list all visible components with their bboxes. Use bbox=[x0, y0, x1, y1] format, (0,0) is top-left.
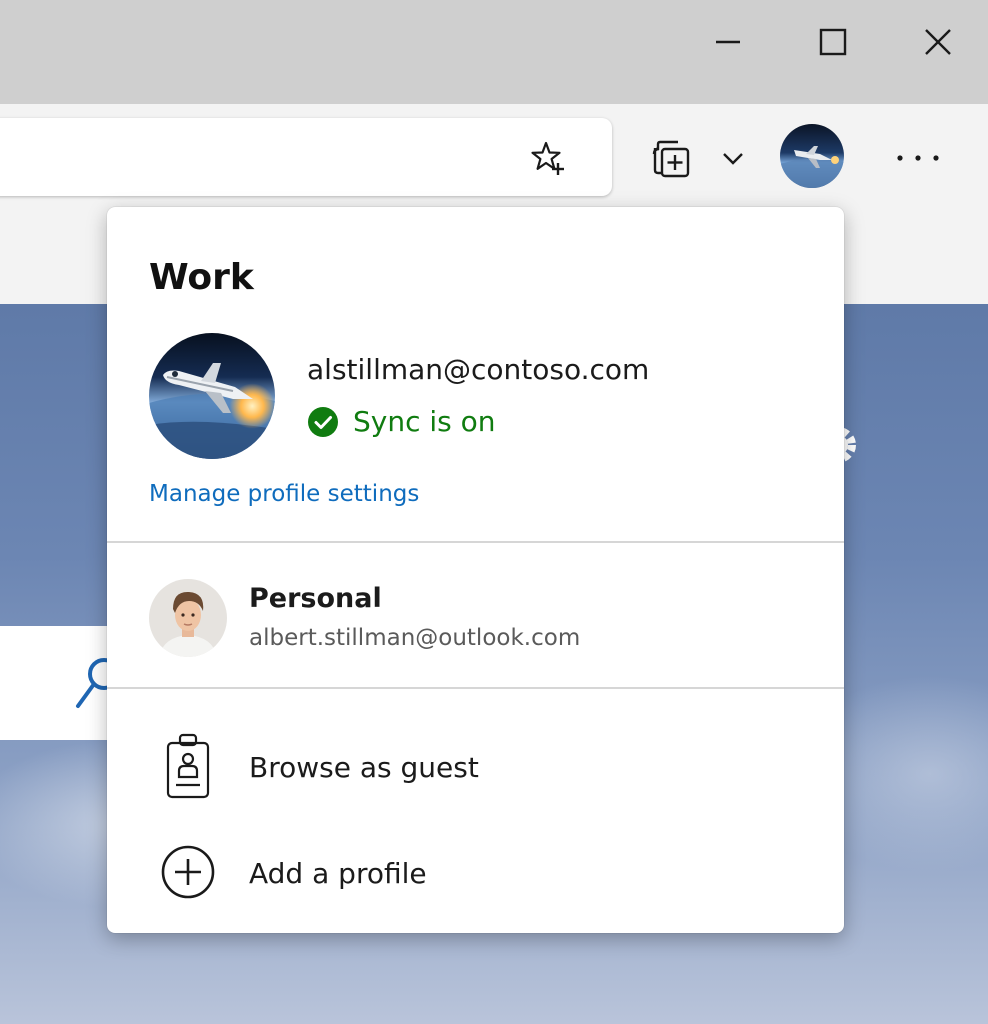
more-icon bbox=[897, 155, 939, 161]
person-photo bbox=[149, 579, 227, 657]
profile-email: albert.stillman@outlook.com bbox=[249, 625, 581, 651]
minimize-icon bbox=[716, 40, 740, 44]
guest-badge-icon bbox=[157, 733, 219, 799]
profile-name: Personal bbox=[249, 583, 382, 614]
current-profile-avatar bbox=[149, 333, 275, 459]
settings-and-more-button[interactable] bbox=[892, 138, 944, 178]
add-favorite-button[interactable] bbox=[528, 138, 568, 178]
collections-button[interactable] bbox=[648, 136, 694, 182]
minimize-button[interactable] bbox=[700, 14, 756, 70]
profile-avatar bbox=[780, 124, 844, 188]
collections-dropdown-button[interactable] bbox=[716, 142, 750, 176]
profile-item-personal[interactable]: Personal albert.stillman@outlook.com bbox=[107, 543, 844, 687]
title-bar bbox=[0, 0, 988, 104]
sync-status-text: Sync is on bbox=[353, 405, 496, 438]
manage-profile-settings-link[interactable]: Manage profile settings bbox=[149, 481, 419, 507]
add-profile-label: Add a profile bbox=[249, 857, 427, 890]
profile-flyout: Work alstillman@contoso.com Sync is on M… bbox=[107, 207, 844, 933]
checkmark-circle-icon bbox=[308, 406, 338, 437]
browse-as-guest-button[interactable]: Browse as guest bbox=[107, 717, 844, 817]
divider bbox=[107, 687, 844, 689]
personal-profile-avatar bbox=[149, 579, 227, 657]
close-button[interactable] bbox=[910, 14, 966, 70]
browse-as-guest-label: Browse as guest bbox=[249, 751, 479, 784]
chevron-down-icon bbox=[723, 153, 743, 165]
maximize-icon bbox=[819, 28, 847, 56]
profile-image bbox=[149, 333, 275, 459]
add-profile-button[interactable]: Add a profile bbox=[107, 823, 844, 923]
maximize-button[interactable] bbox=[805, 14, 861, 70]
star-plus-icon bbox=[531, 141, 564, 175]
account-email: alstillman@contoso.com bbox=[307, 353, 650, 386]
profile-section-title: Work bbox=[149, 257, 254, 298]
sync-status: Sync is on bbox=[307, 405, 496, 438]
add-circle-icon bbox=[157, 839, 219, 905]
collections-icon bbox=[652, 140, 690, 178]
address-bar[interactable] bbox=[0, 118, 612, 196]
close-icon bbox=[925, 29, 951, 55]
profile-button[interactable] bbox=[780, 124, 844, 188]
